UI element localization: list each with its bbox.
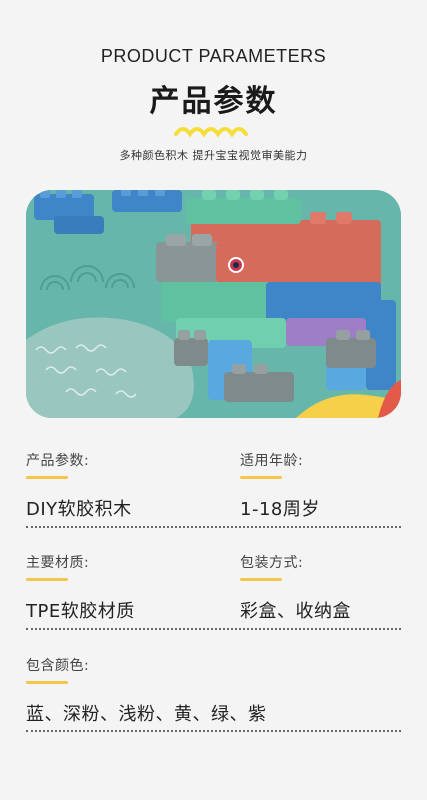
param-value: DIY软胶积木: [26, 499, 132, 520]
accent-bar: [240, 476, 282, 479]
param-label: 适用年龄:: [240, 453, 304, 469]
param-label: 包含颜色:: [26, 658, 90, 674]
dotted-divider: [26, 730, 401, 732]
param-label: 产品参数:: [26, 453, 90, 469]
dotted-divider: [26, 526, 401, 528]
param-colors: 包含颜色: 蓝、深粉、浅粉、黄、绿、紫: [26, 655, 267, 726]
english-title: PRODUCT PARAMETERS: [100, 46, 327, 66]
param-value: TPE软胶材质: [26, 601, 135, 622]
param-packaging: 包装方式: 彩盒、收纳盒: [240, 552, 351, 623]
param-value: 蓝、深粉、浅粉、黄、绿、紫: [26, 704, 267, 725]
param-value: 1-18周岁: [240, 499, 320, 520]
product-photo: [26, 190, 401, 418]
param-age: 适用年龄: 1-18周岁: [240, 450, 320, 521]
param-material: 主要材质: TPE软胶材质: [26, 552, 135, 623]
param-label: 包装方式:: [240, 555, 304, 571]
param-product: 产品参数: DIY软胶积木: [26, 450, 132, 521]
wave-decoration-icon: [174, 127, 248, 138]
accent-bar: [26, 578, 68, 581]
subtitle: 多种颜色积木 提升宝宝视觉审美能力: [119, 149, 308, 162]
param-label: 主要材质:: [26, 555, 90, 571]
accent-bar: [240, 578, 282, 581]
accent-bar: [26, 681, 68, 684]
page-title: 产品参数: [149, 84, 278, 119]
param-value: 彩盒、收纳盒: [240, 601, 351, 622]
dotted-divider: [26, 628, 401, 630]
accent-bar: [26, 476, 68, 479]
